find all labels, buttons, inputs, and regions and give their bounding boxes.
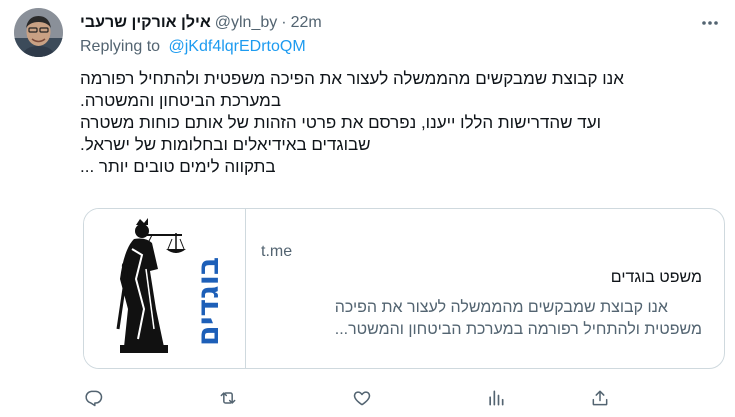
- reply-icon: [85, 390, 103, 407]
- retweet-button[interactable]: [216, 386, 240, 410]
- tweet-header: אילן אורקין שרעבי @yln_by · 22m: [80, 12, 322, 34]
- more-dots-icon: [702, 21, 718, 25]
- tweet-text-line: שבוגדים באידיאלים ובחלומות של ישראל.: [80, 135, 371, 154]
- views-icon: [489, 390, 504, 406]
- card-thumbnail: בוגדים: [84, 209, 246, 368]
- like-button[interactable]: [350, 386, 374, 410]
- views-button[interactable]: [484, 386, 508, 410]
- tweet-text-line: אנו קבוצת שמבקשים מהממשלה לעצור את הפיכה…: [80, 69, 624, 88]
- tweet-timestamp[interactable]: 22m: [291, 14, 322, 32]
- author-name[interactable]: אילן אורקין שרעבי: [80, 14, 211, 32]
- card-logo-text: בוגדים: [191, 256, 227, 346]
- replying-to-label: Replying to: [80, 38, 161, 55]
- retweet-icon: [220, 392, 236, 404]
- more-options-button[interactable]: [699, 12, 721, 34]
- tweet[interactable]: אילן אורקין שרעבי @yln_by · 22m Replying…: [0, 0, 735, 417]
- author-handle[interactable]: @yln_by: [215, 14, 278, 32]
- tweet-text-line: ועד שהדרישות הללו ייענו, נפרסם את פרטי ה…: [80, 113, 602, 132]
- reply-button[interactable]: [82, 386, 106, 410]
- avatar-photo: [14, 8, 63, 57]
- share-icon: [592, 390, 608, 406]
- card-description: אנו קבוצת שמבקשים מהממשלה לעצור את הפיכה…: [335, 297, 702, 341]
- card-title: משפט בוגדים: [610, 269, 702, 286]
- header-separator: ·: [281, 14, 287, 31]
- tweet-text: אנו קבוצת שמבקשים מהממשלה לעצור את הפיכה…: [80, 68, 711, 178]
- tweet-text-line: במערכת הביטחון והמשטרה.: [80, 91, 282, 110]
- card-description-line: משפטית ולהתחיל רפורמה במערכת הביטחון והמ…: [334, 321, 702, 338]
- card-domain: t.me: [261, 243, 293, 260]
- share-button[interactable]: [588, 386, 612, 410]
- author-avatar[interactable]: [14, 8, 63, 57]
- replying-to-line: Replying to @jKdf4lqrEDrtoQM: [80, 38, 306, 56]
- tweet-actions: [80, 386, 620, 410]
- card-description-line: אנו קבוצת שמבקשים מהממשלה לעצור את הפיכה: [334, 299, 668, 316]
- like-icon: [353, 391, 371, 406]
- link-preview-card[interactable]: בוגדים t.me משפט בוגדים אנו קבוצת שמבקשי…: [83, 208, 725, 369]
- tweet-text-line: בתקווה לימים טובים יותר ...: [80, 157, 276, 176]
- replying-to-link[interactable]: @jKdf4lqrEDrtoQM: [169, 38, 306, 55]
